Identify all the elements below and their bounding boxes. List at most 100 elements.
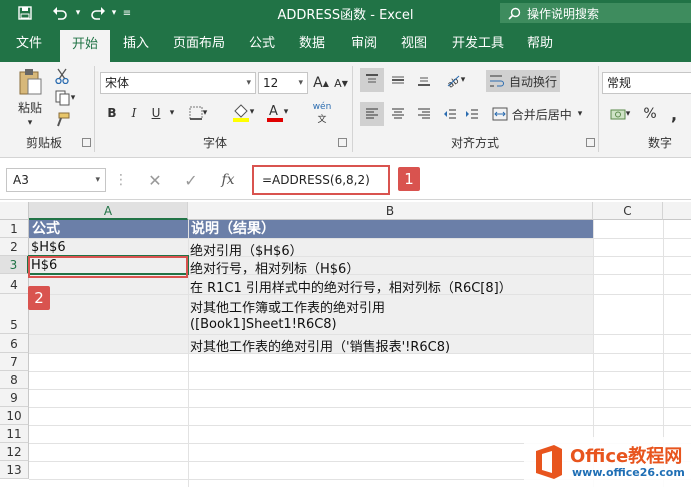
tab-file[interactable]: 文件 <box>6 26 52 62</box>
callout-badge-2: 2 <box>28 286 50 310</box>
tab-page-layout[interactable]: 页面布局 <box>168 26 230 62</box>
align-middle-icon[interactable] <box>386 68 410 92</box>
paste-icon[interactable] <box>14 68 46 96</box>
font-group-label: 字体 <box>202 136 227 150</box>
clipboard-launcher-icon[interactable] <box>82 138 91 147</box>
orientation-icon[interactable]: ab ▾ <box>440 68 470 92</box>
watermark-url: www.office26.com <box>572 466 685 479</box>
search-icon <box>508 7 521 20</box>
cell-b5-line2[interactable]: ([Book1]Sheet1!R6C8) <box>188 317 337 332</box>
italic-button[interactable]: I <box>124 102 144 124</box>
column-header-c[interactable]: C <box>593 202 663 220</box>
header-formula: 公式 <box>32 221 60 237</box>
comma-style-button[interactable]: , <box>664 102 684 126</box>
underline-dropdown-icon[interactable]: ▾ <box>166 102 178 124</box>
cell-b2[interactable]: 绝对引用（$H$6） <box>188 240 303 259</box>
row-header-1[interactable]: 1 <box>0 220 29 238</box>
name-box[interactable]: A3 ▾ <box>6 168 106 192</box>
watermark-logo: Office教程网 www.office26.com <box>524 437 691 487</box>
font-launcher-icon[interactable] <box>338 138 347 147</box>
row-header-10[interactable]: 10 <box>0 407 29 425</box>
tab-formulas[interactable]: 公式 <box>240 26 284 62</box>
font-name-select[interactable]: 宋体 ▾ <box>100 72 256 94</box>
cell-b6[interactable]: 对其他工作表的绝对引用（'销售报表'!R6C8) <box>188 336 450 355</box>
wrap-text-label: 自动换行 <box>508 74 557 89</box>
tab-help[interactable]: 帮助 <box>518 26 562 62</box>
format-painter-icon[interactable] <box>52 110 72 130</box>
header-description: 说明（结果） <box>191 221 275 237</box>
underline-button[interactable]: U <box>146 102 166 124</box>
font-color-icon[interactable]: A ▾ <box>262 100 292 124</box>
row-header-12[interactable]: 12 <box>0 443 29 461</box>
row-header-9[interactable]: 9 <box>0 389 29 407</box>
tab-developer[interactable]: 开发工具 <box>446 26 510 62</box>
enter-icon[interactable]: ✓ <box>178 168 204 192</box>
phonetic-guide-icon[interactable]: wén 文 <box>308 100 336 126</box>
row-header-2[interactable]: 2 <box>0 238 29 256</box>
row-header-7[interactable]: 7 <box>0 353 29 371</box>
gridline <box>29 334 691 335</box>
cut-icon[interactable] <box>52 66 72 86</box>
callout-badge-1: 1 <box>398 167 420 191</box>
row-header-6[interactable]: 6 <box>0 334 29 353</box>
svg-text:A: A <box>269 104 278 119</box>
insert-function-button[interactable]: fx <box>214 168 242 192</box>
watermark-brand: Office教程网 <box>570 446 683 467</box>
accounting-format-icon[interactable]: ▾ <box>604 102 636 126</box>
font-size-value: 12 <box>263 76 279 90</box>
wrap-text-button[interactable]: 自动换行 <box>486 70 560 92</box>
number-format-value: 常规 <box>607 76 632 90</box>
tab-view[interactable]: 视图 <box>392 26 436 62</box>
increase-indent-icon[interactable] <box>462 102 482 126</box>
ribbon: 粘贴 ▾ ▾ 剪贴板 宋体 ▾ 12 ▾ A ▲ A ▼ B I U ▾ ▾ ▾ A ▾ … <box>0 62 691 158</box>
row-header-5[interactable]: 5 <box>0 294 29 334</box>
copy-icon[interactable]: ▾ <box>52 88 78 108</box>
increase-font-size-icon[interactable]: A ▲ <box>312 72 330 94</box>
cell-highlight-box <box>28 256 188 278</box>
merge-center-button[interactable]: 合并后居中 ▾ <box>486 102 588 126</box>
formula-highlight-box <box>252 165 390 195</box>
ribbon-divider <box>352 66 353 152</box>
title-bar: ▾ ▾ ≡ ADDRESS函数 - Excel 操作说明搜索 <box>0 0 691 26</box>
decrease-font-size-icon[interactable]: A ▼ <box>332 72 350 94</box>
gridline <box>29 389 691 390</box>
tab-insert[interactable]: 插入 <box>114 26 158 62</box>
cell-a2[interactable]: $H$6 <box>29 240 66 255</box>
cancel-icon[interactable]: ✕ <box>142 168 168 192</box>
align-right-icon[interactable] <box>412 102 436 126</box>
borders-icon[interactable]: ▾ <box>184 102 212 124</box>
ribbon-divider <box>598 66 599 152</box>
number-format-select[interactable]: 常规 <box>602 72 691 94</box>
align-left-icon[interactable] <box>360 102 384 126</box>
cell-b3[interactable]: 绝对行号，相对列标（H$6） <box>188 258 359 277</box>
align-top-icon[interactable] <box>360 68 384 92</box>
column-header-a[interactable]: A <box>29 202 188 220</box>
row-header-13[interactable]: 13 <box>0 461 29 479</box>
tab-review[interactable]: 审阅 <box>342 26 386 62</box>
paste-dropdown-icon[interactable]: ▾ <box>20 118 40 128</box>
row-header-8[interactable]: 8 <box>0 371 29 389</box>
align-center-icon[interactable] <box>386 102 410 126</box>
clipboard-group-label: 剪贴板 <box>25 136 62 150</box>
font-size-select[interactable]: 12 ▾ <box>258 72 308 94</box>
cell-b4[interactable]: 在 R1C1 引用样式中的绝对行号，相对列标（R6C[8]） <box>188 277 512 296</box>
alignment-launcher-icon[interactable] <box>586 138 595 147</box>
paste-button[interactable]: 粘贴 <box>8 98 52 116</box>
tab-home[interactable]: 开始 <box>60 30 110 62</box>
column-header-d[interactable] <box>663 202 691 220</box>
row-header-4[interactable]: 4 <box>0 274 29 294</box>
search-input[interactable]: 操作说明搜索 <box>500 3 691 23</box>
fill-color-icon[interactable]: ▾ <box>228 100 258 124</box>
row-header-3[interactable]: 3 <box>0 256 29 274</box>
bold-button[interactable]: B <box>102 102 122 124</box>
decrease-indent-icon[interactable] <box>440 102 460 126</box>
column-header-b[interactable]: B <box>188 202 593 220</box>
percent-button[interactable]: % <box>640 102 660 126</box>
tab-data[interactable]: 数据 <box>290 26 334 62</box>
select-all-corner[interactable] <box>0 202 29 220</box>
row-header-11[interactable]: 11 <box>0 425 29 443</box>
align-bottom-icon[interactable] <box>412 68 436 92</box>
gridline <box>29 238 691 239</box>
font-name-value: 宋体 <box>105 76 130 90</box>
cell-b5-line1[interactable]: 对其他工作簿或工作表的绝对引用 <box>188 297 385 316</box>
